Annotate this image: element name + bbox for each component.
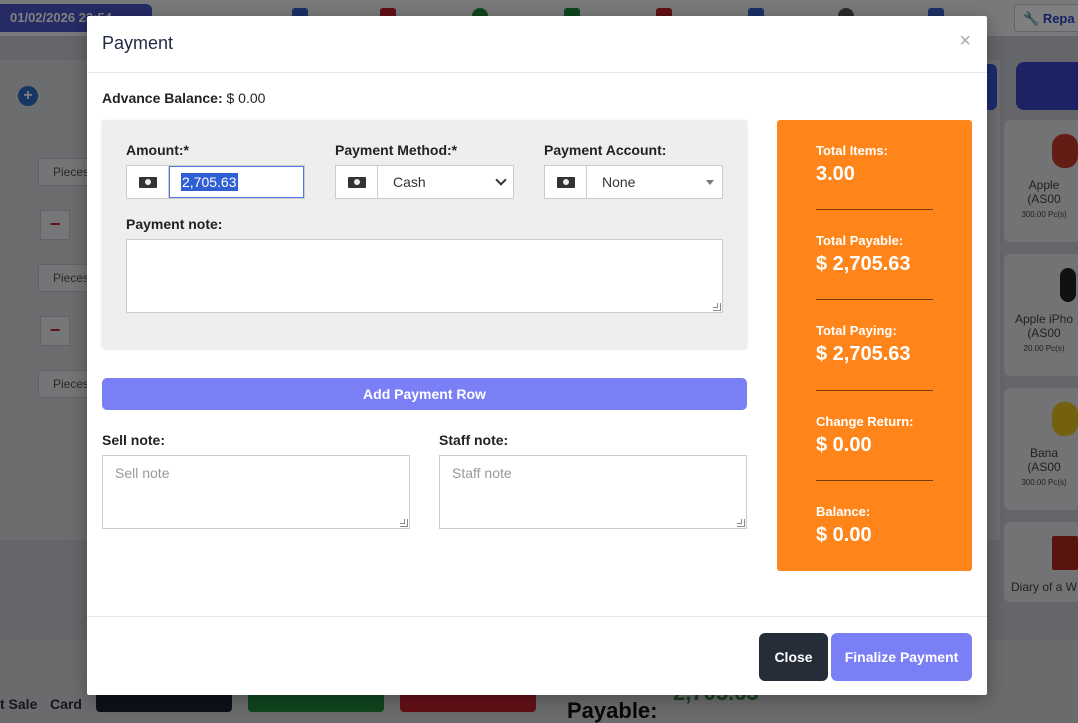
sell-note-textarea[interactable]: Sell note	[102, 455, 410, 529]
close-button[interactable]: Close	[759, 633, 828, 681]
amount-label: Amount:*	[126, 142, 189, 158]
payment-account-group: None	[544, 165, 723, 199]
resize-grip-icon[interactable]	[713, 303, 721, 311]
change-return-label: Change Return:	[816, 414, 914, 429]
payment-account-value: None	[602, 174, 636, 190]
modal-footer: Close Finalize Payment	[87, 616, 987, 695]
staff-note-label: Staff note:	[439, 432, 509, 448]
summary-divider	[816, 209, 933, 210]
payment-modal: Payment × Advance Balance: $ 0.00 Amount…	[87, 16, 987, 695]
money-icon	[336, 166, 378, 198]
money-icon	[127, 166, 169, 198]
total-paying-value: $ 2,705.63	[816, 343, 911, 365]
payment-account-select[interactable]: None	[587, 166, 722, 198]
staff-note-placeholder: Staff note	[452, 465, 512, 481]
staff-note-textarea[interactable]: Staff note	[439, 455, 747, 529]
total-payable-label: Total Payable:	[816, 233, 904, 248]
summary-divider	[816, 480, 933, 481]
resize-grip-icon[interactable]	[400, 519, 408, 527]
balance-value: $ 0.00	[816, 524, 872, 546]
sell-note-label: Sell note:	[102, 432, 166, 448]
advance-balance: Advance Balance: $ 0.00	[102, 90, 265, 106]
caret-down-icon	[706, 179, 714, 185]
total-items-value: 3.00	[816, 163, 855, 185]
sell-note-placeholder: Sell note	[115, 465, 170, 481]
payment-method-value: Cash	[393, 174, 426, 190]
modal-title: Payment	[102, 33, 174, 53]
payment-method-label: Payment Method:*	[335, 142, 458, 158]
summary-divider	[816, 390, 933, 391]
advance-balance-label: Advance Balance:	[102, 90, 223, 106]
total-paying: Total Paying: $ 2,705.63	[816, 323, 933, 366]
total-items-label: Total Items:	[816, 143, 888, 158]
modal-header: Payment ×	[87, 16, 987, 73]
total-payable: Total Payable: $ 2,705.63	[816, 233, 933, 276]
money-icon	[545, 166, 587, 198]
advance-balance-value: $ 0.00	[226, 90, 266, 106]
payment-account-label: Payment Account:	[544, 142, 667, 158]
add-payment-row-button[interactable]: Add Payment Row	[102, 378, 747, 410]
payment-note-textarea[interactable]	[126, 239, 723, 313]
change-return-value: $ 0.00	[816, 434, 872, 456]
amount-group: 2,705.63	[126, 165, 305, 199]
payment-method-group: Cash	[335, 165, 514, 199]
balance-label: Balance:	[816, 504, 871, 519]
resize-grip-icon[interactable]	[737, 519, 745, 527]
balance: Balance: $ 0.00	[816, 504, 933, 547]
close-icon[interactable]: ×	[959, 31, 971, 51]
total-paying-label: Total Paying:	[816, 323, 897, 338]
payment-row-panel: Amount:* 2,705.63 Payment Method:* Cash …	[102, 120, 747, 348]
payment-note-label: Payment note:	[126, 216, 223, 232]
total-items: Total Items: 3.00	[816, 143, 933, 186]
finalize-payment-button[interactable]: Finalize Payment	[831, 633, 972, 681]
change-return: Change Return: $ 0.00	[816, 414, 933, 457]
summary-divider	[816, 299, 933, 300]
total-payable-value: $ 2,705.63	[816, 253, 911, 275]
payment-method-select[interactable]: Cash	[378, 166, 513, 198]
payment-summary: Total Items: 3.00 Total Payable: $ 2,705…	[777, 120, 972, 571]
amount-input[interactable]: 2,705.63	[169, 166, 304, 198]
chevron-down-icon	[495, 174, 507, 186]
